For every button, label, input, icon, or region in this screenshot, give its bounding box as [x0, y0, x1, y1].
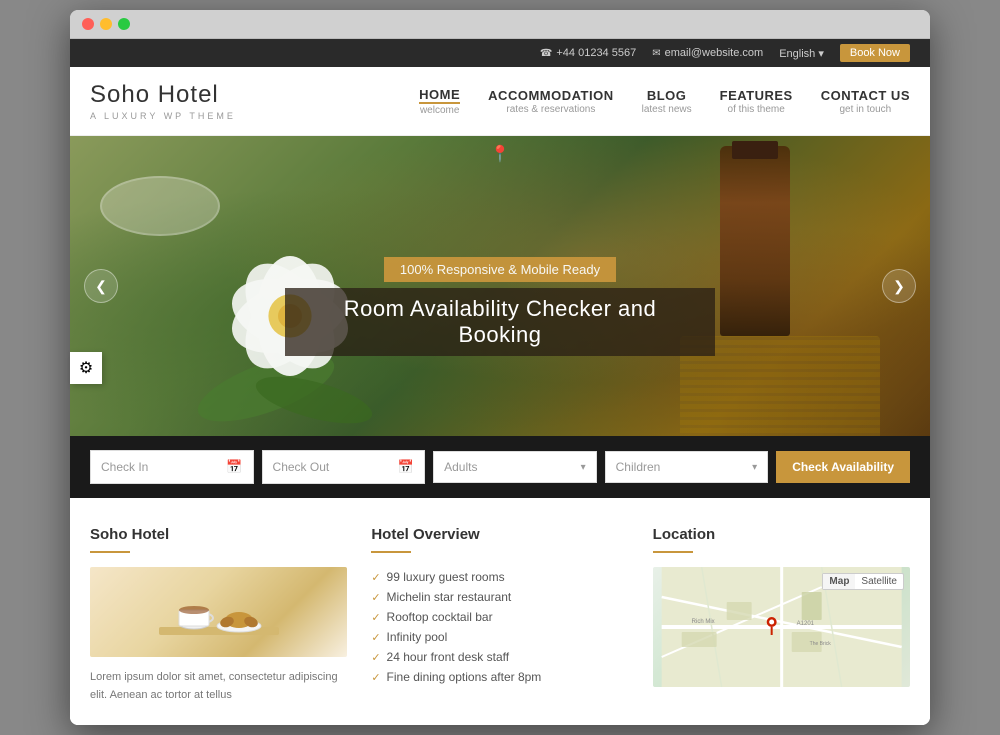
book-now-button[interactable]: Book Now: [840, 44, 910, 62]
nav-main-features: FEATURES: [720, 88, 793, 103]
nav-main-contact: CONTACT US: [821, 88, 910, 103]
overview-list: 99 luxury guest rooms Michelin star rest…: [371, 567, 628, 687]
gear-icon: ⚙: [79, 358, 93, 378]
logo-subtitle: A Luxury WP Theme: [90, 111, 236, 121]
nav-sub-home: welcome: [419, 105, 460, 116]
email-address: email@website.com: [665, 47, 764, 59]
list-item: Rooftop cocktail bar: [371, 607, 628, 627]
hero-prev-button[interactable]: ❮: [84, 269, 118, 303]
nav-main-blog: BLOG: [642, 88, 692, 103]
location-column: Location: [653, 526, 910, 704]
phone-info: +44 01234 5567: [540, 47, 636, 59]
nav-item-accommodation[interactable]: ACCOMMODATION rates & reservations: [488, 88, 613, 115]
checkout-label: Check Out: [273, 460, 330, 474]
soho-hotel-heading: Soho Hotel: [90, 526, 347, 543]
chevron-left-icon: ❮: [95, 278, 107, 295]
logo-area: Soho Hotel A Luxury WP Theme: [90, 81, 236, 121]
check-availability-button[interactable]: Check Availability: [776, 451, 910, 483]
browser-chrome: [70, 10, 930, 39]
calendar-icon: 📅: [226, 459, 242, 475]
svg-text:Rich Mix: Rich Mix: [691, 619, 714, 625]
language-selector[interactable]: English ▾: [779, 47, 824, 60]
nav-item-features[interactable]: FEATURES of this theme: [720, 88, 793, 115]
browser-window: +44 01234 5567 email@website.com English…: [70, 10, 930, 724]
checkin-field[interactable]: Check In 📅: [90, 450, 254, 484]
hero-badge: 100% Responsive & Mobile Ready: [384, 257, 616, 282]
settings-widget[interactable]: ⚙: [70, 352, 102, 384]
overview-underline: [371, 551, 411, 553]
site-header: Soho Hotel A Luxury WP Theme HOME welcom…: [70, 67, 930, 136]
map-area[interactable]: A1201 Rich Mix The Brick Map Satellite: [653, 567, 910, 687]
svg-text:A1201: A1201: [796, 621, 814, 627]
location-underline: [653, 551, 693, 553]
booking-bar: Check In 📅 Check Out 📅 Adults ▾ Children…: [70, 436, 930, 498]
nav-menu: HOME welcome ACCOMMODATION rates & reser…: [419, 87, 910, 116]
map-controls: Map Satellite: [822, 573, 904, 590]
soho-underline: [90, 551, 130, 553]
logo-title: Soho Hotel: [90, 81, 236, 109]
browser-body: +44 01234 5567 email@website.com English…: [70, 39, 930, 724]
hero-text-area: 100% Responsive & Mobile Ready Room Avai…: [285, 257, 715, 356]
location-pin-icon: 📍: [490, 144, 510, 164]
map-view-button[interactable]: Map: [823, 574, 855, 589]
children-select[interactable]: Children ▾: [605, 451, 769, 483]
top-bar: +44 01234 5567 email@website.com English…: [70, 39, 930, 67]
hero-next-button[interactable]: ❯: [882, 269, 916, 303]
checkin-label: Check In: [101, 460, 148, 474]
maximize-dot[interactable]: [118, 18, 130, 30]
list-item: Fine dining options after 8pm: [371, 667, 628, 687]
bottle-decoration: [720, 146, 790, 336]
adults-label: Adults: [444, 460, 477, 474]
nav-item-home[interactable]: HOME welcome: [419, 87, 460, 116]
nav-item-contact[interactable]: CONTACT US get in touch: [821, 88, 910, 115]
nav-main-home: HOME: [419, 87, 460, 104]
location-heading: Location: [653, 526, 910, 543]
bottle-cap: [732, 141, 778, 159]
dropdown-arrow-children: ▾: [752, 462, 757, 473]
hero-section: 📍: [70, 136, 930, 436]
calendar-icon-2: 📅: [398, 459, 414, 475]
nav-sub-blog: latest news: [642, 104, 692, 115]
minimize-dot[interactable]: [100, 18, 112, 30]
soho-hotel-column: Soho Hotel: [90, 526, 347, 704]
list-item: Infinity pool: [371, 627, 628, 647]
nav-main-accommodation: ACCOMMODATION: [488, 88, 613, 103]
content-section: Soho Hotel: [70, 498, 930, 724]
hotel-image: [90, 567, 347, 657]
svg-text:The Brick: The Brick: [809, 641, 831, 647]
list-item: 99 luxury guest rooms: [371, 567, 628, 587]
adults-select[interactable]: Adults ▾: [433, 451, 597, 483]
chevron-right-icon: ❯: [893, 278, 905, 295]
list-item: 24 hour front desk staff: [371, 647, 628, 667]
close-dot[interactable]: [82, 18, 94, 30]
soho-description: Lorem ipsum dolor sit amet, consectetur …: [90, 669, 347, 704]
hero-title: Room Availability Checker and Booking: [285, 288, 715, 356]
nav-item-blog[interactable]: BLOG latest news: [642, 88, 692, 115]
breakfast-svg: [139, 572, 299, 652]
children-label: Children: [616, 460, 661, 474]
satellite-view-button[interactable]: Satellite: [855, 574, 903, 589]
nav-sub-contact: get in touch: [821, 104, 910, 115]
checkout-field[interactable]: Check Out 📅: [262, 450, 426, 484]
email-info: email@website.com: [652, 47, 763, 59]
list-item: Michelin star restaurant: [371, 587, 628, 607]
dropdown-arrow-adults: ▾: [581, 462, 586, 473]
overview-heading: Hotel Overview: [371, 526, 628, 543]
phone-number: +44 01234 5567: [556, 47, 636, 59]
nav-sub-features: of this theme: [720, 104, 793, 115]
nav-sub-accommodation: rates & reservations: [488, 104, 613, 115]
hotel-overview-column: Hotel Overview 99 luxury guest rooms Mic…: [371, 526, 628, 704]
